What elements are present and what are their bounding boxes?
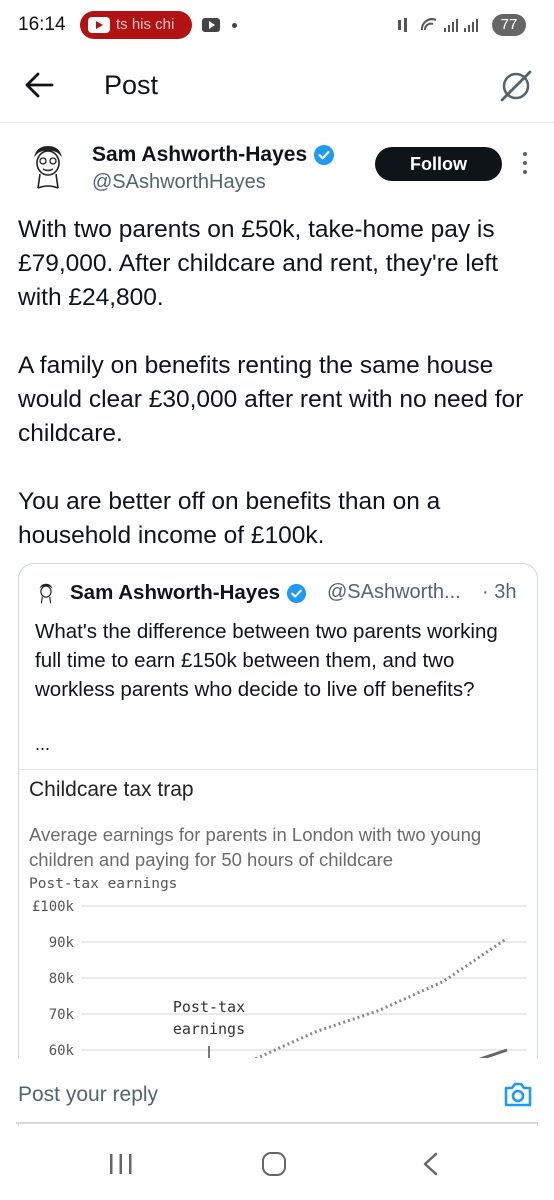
home-icon[interactable]: [262, 1152, 286, 1176]
chart-y-tick-label: 90k: [49, 935, 75, 951]
author-name-text: Sam Ashworth-Hayes: [92, 143, 308, 166]
youtube-notification-pill[interactable]: ts his chi: [80, 11, 192, 39]
chart-y-tick-label: 80k: [49, 971, 75, 987]
more-options-button[interactable]: [521, 152, 529, 178]
quoted-post-ellipsis: ...: [35, 734, 51, 754]
quoted-author-name: Sam Ashworth-Hayes: [70, 581, 307, 605]
recent-apps-icon[interactable]: [108, 1154, 134, 1174]
page-title: Post: [104, 70, 159, 100]
avatar[interactable]: [22, 140, 74, 192]
reply-divider: [16, 1122, 538, 1124]
arrow-left-icon: [25, 72, 54, 98]
post-paragraph: You are better off on benefits than on a…: [18, 488, 441, 549]
chart-y-tick-label: 60k: [49, 1043, 75, 1059]
quoted-avatar-sketch-icon: [34, 581, 58, 605]
battery-indicator: 77: [492, 14, 526, 36]
system-nav-bar: [0, 1126, 554, 1200]
post-body: With two parents on £50k, take-home pay …: [18, 213, 538, 587]
reply-bar: Post your reply: [0, 1058, 554, 1124]
camera-icon: [504, 1082, 532, 1107]
verified-badge-icon: [314, 145, 335, 166]
chart-y-tick-label: £100k: [32, 899, 75, 915]
header-divider: [0, 122, 554, 123]
grok-icon: [500, 70, 532, 102]
youtube-notification-text: ts his chi: [116, 16, 175, 33]
youtube-icon: [88, 17, 110, 33]
youtube-small-icon: [202, 18, 220, 32]
chart-series-dotted-line: [250, 937, 508, 1063]
chart-y-tick-label: 70k: [49, 1007, 75, 1023]
reply-input[interactable]: Post your reply: [18, 1083, 158, 1107]
notification-dot-icon: [232, 23, 237, 28]
camera-button[interactable]: [503, 1080, 533, 1108]
nav-back-icon[interactable]: [420, 1152, 442, 1176]
chart-annotation-label: earnings: [173, 1020, 245, 1038]
quoted-post-text: What's the difference between two parent…: [35, 620, 498, 701]
post-paragraph: A family on benefits renting the same ho…: [18, 352, 524, 447]
back-button[interactable]: [22, 70, 56, 100]
quoted-timestamp: · 3h: [482, 581, 517, 603]
avatar-sketch-icon: [23, 141, 73, 191]
verified-badge-icon: [286, 584, 307, 604]
post-paragraph: With two parents on £50k, take-home pay …: [18, 216, 498, 311]
follow-button[interactable]: Follow: [375, 147, 502, 181]
author-handle[interactable]: @SAshworthHayes: [92, 171, 266, 194]
top-bar: Post: [0, 52, 554, 120]
status-time: 16:14: [18, 14, 66, 35]
chart-annotation-label: Post-tax: [173, 998, 245, 1016]
status-bar: 16:14 ts his chi 77: [0, 0, 554, 52]
quoted-avatar: [34, 581, 58, 605]
quoted-author-handle: @SAshworth...: [327, 581, 461, 603]
quoted-author-name-text: Sam Ashworth-Hayes: [70, 581, 280, 604]
signal-icons: [398, 18, 478, 32]
grok-button[interactable]: [498, 68, 534, 104]
more-vertical-icon: [521, 152, 529, 174]
author-name[interactable]: Sam Ashworth-Hayes: [92, 143, 335, 167]
